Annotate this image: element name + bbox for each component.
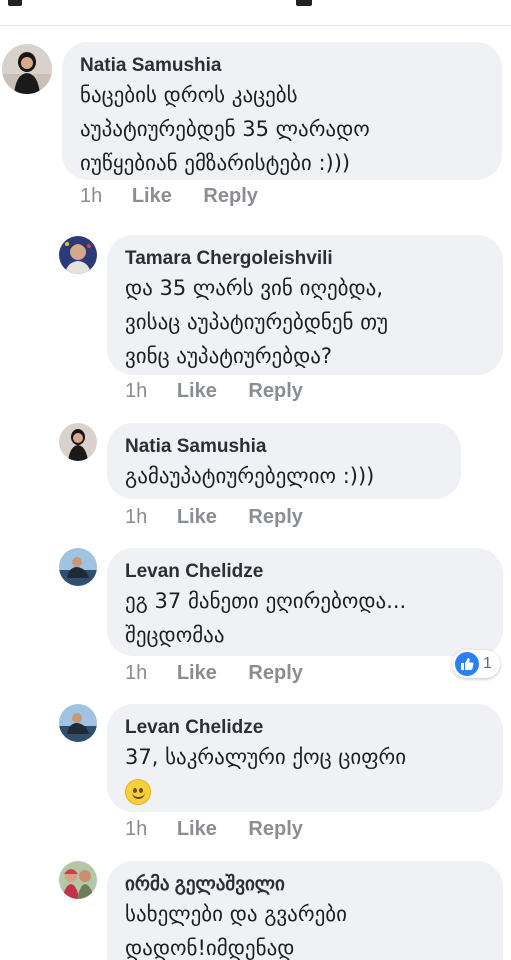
comment-actions: 1h Like Reply [125, 380, 303, 403]
like-button[interactable]: Like [177, 662, 217, 685]
comment-author[interactable]: ირმა გელაშვილი [125, 873, 485, 897]
comment-text-line: შეცდომაა [125, 623, 225, 647]
comment-text-line: ვისაც აუპატიურებდნენ თუ [125, 310, 388, 334]
comment-actions: 1h Like Reply [125, 662, 303, 685]
like-button[interactable]: Like [177, 818, 217, 841]
smiley-emoji-icon [125, 779, 151, 805]
comment-time[interactable]: 1h [125, 662, 147, 685]
avatar[interactable] [2, 44, 52, 94]
comment-time[interactable]: 1h [80, 185, 102, 208]
comment-text-line: ვინც აუპატიურებდა? [125, 344, 333, 368]
comment-text-line: სახელები და გვარები [125, 902, 347, 926]
comment-author[interactable]: Tamara Chergoleishvili [125, 247, 485, 271]
top-header-strip [0, 0, 511, 26]
like-button[interactable]: Like [132, 185, 172, 208]
comment-actions: 1h Like Reply [125, 506, 303, 529]
reply-button[interactable]: Reply [248, 506, 302, 529]
like-button[interactable]: Like [177, 380, 217, 403]
header-icon-fragment [8, 0, 22, 6]
avatar[interactable] [59, 704, 97, 742]
avatar[interactable] [59, 236, 97, 274]
comment-bubble: Levan Chelidze ეგ 37 მანეთი ეღირებოდა...… [107, 548, 503, 656]
header-icon-fragment-2 [296, 0, 312, 6]
comment-text-line: და 35 ლარს ვინ იღებდა, [125, 276, 383, 300]
comment-bubble: Natia Samushia გამაუპატიურებელიო :))) [107, 423, 461, 499]
reply-button[interactable]: Reply [248, 662, 302, 685]
comment-author[interactable]: Levan Chelidze [125, 560, 485, 584]
reaction-counter[interactable]: 1 [452, 650, 500, 678]
comment-emoji-line [125, 774, 485, 808]
comment-text-line: დადონ!იმდენად [125, 936, 295, 960]
comment-text-line: იუწყებიან ემზარისტები :))) [80, 151, 351, 175]
comment-bubble: Natia Samushia ნაცების დროს კაცებს აუპატ… [62, 42, 502, 180]
comment-author[interactable]: Natia Samushia [80, 54, 484, 78]
reply-button[interactable]: Reply [248, 380, 302, 403]
comment-author[interactable]: Natia Samushia [125, 435, 443, 459]
comment-time[interactable]: 1h [125, 506, 147, 529]
avatar[interactable] [59, 861, 97, 899]
reply-button[interactable]: Reply [203, 185, 257, 208]
avatar[interactable] [59, 548, 97, 586]
comment-text-line: გამაუპატიურებელიო :))) [125, 464, 375, 488]
thumbs-up-icon [455, 652, 479, 676]
avatar[interactable] [59, 423, 97, 461]
comment-text-line: ეგ 37 მანეთი ეღირებოდა... [125, 589, 407, 613]
comment-actions: 1h Like Reply [125, 818, 303, 841]
reaction-count: 1 [483, 655, 492, 672]
comment-text-line: 37, საკრალური ქოც ციფრი [125, 745, 407, 769]
comment-time[interactable]: 1h [125, 818, 147, 841]
comment-time[interactable]: 1h [125, 380, 147, 403]
comment-text-line: აუპატიურებდენ 35 ლარადო [80, 117, 370, 141]
reply-button[interactable]: Reply [248, 818, 302, 841]
like-button[interactable]: Like [177, 506, 217, 529]
comment-author[interactable]: Levan Chelidze [125, 716, 485, 740]
comment-bubble: Levan Chelidze 37, საკრალური ქოც ციფრი [107, 704, 503, 812]
comment-bubble: ირმა გელაშვილი სახელები და გვარები დადონ… [107, 861, 503, 960]
comment-actions: 1h Like Reply [80, 185, 258, 208]
comment-bubble: Tamara Chergoleishvili და 35 ლარს ვინ იღ… [107, 235, 503, 375]
comment-text-line: ნაცების დროს კაცებს [80, 83, 298, 107]
